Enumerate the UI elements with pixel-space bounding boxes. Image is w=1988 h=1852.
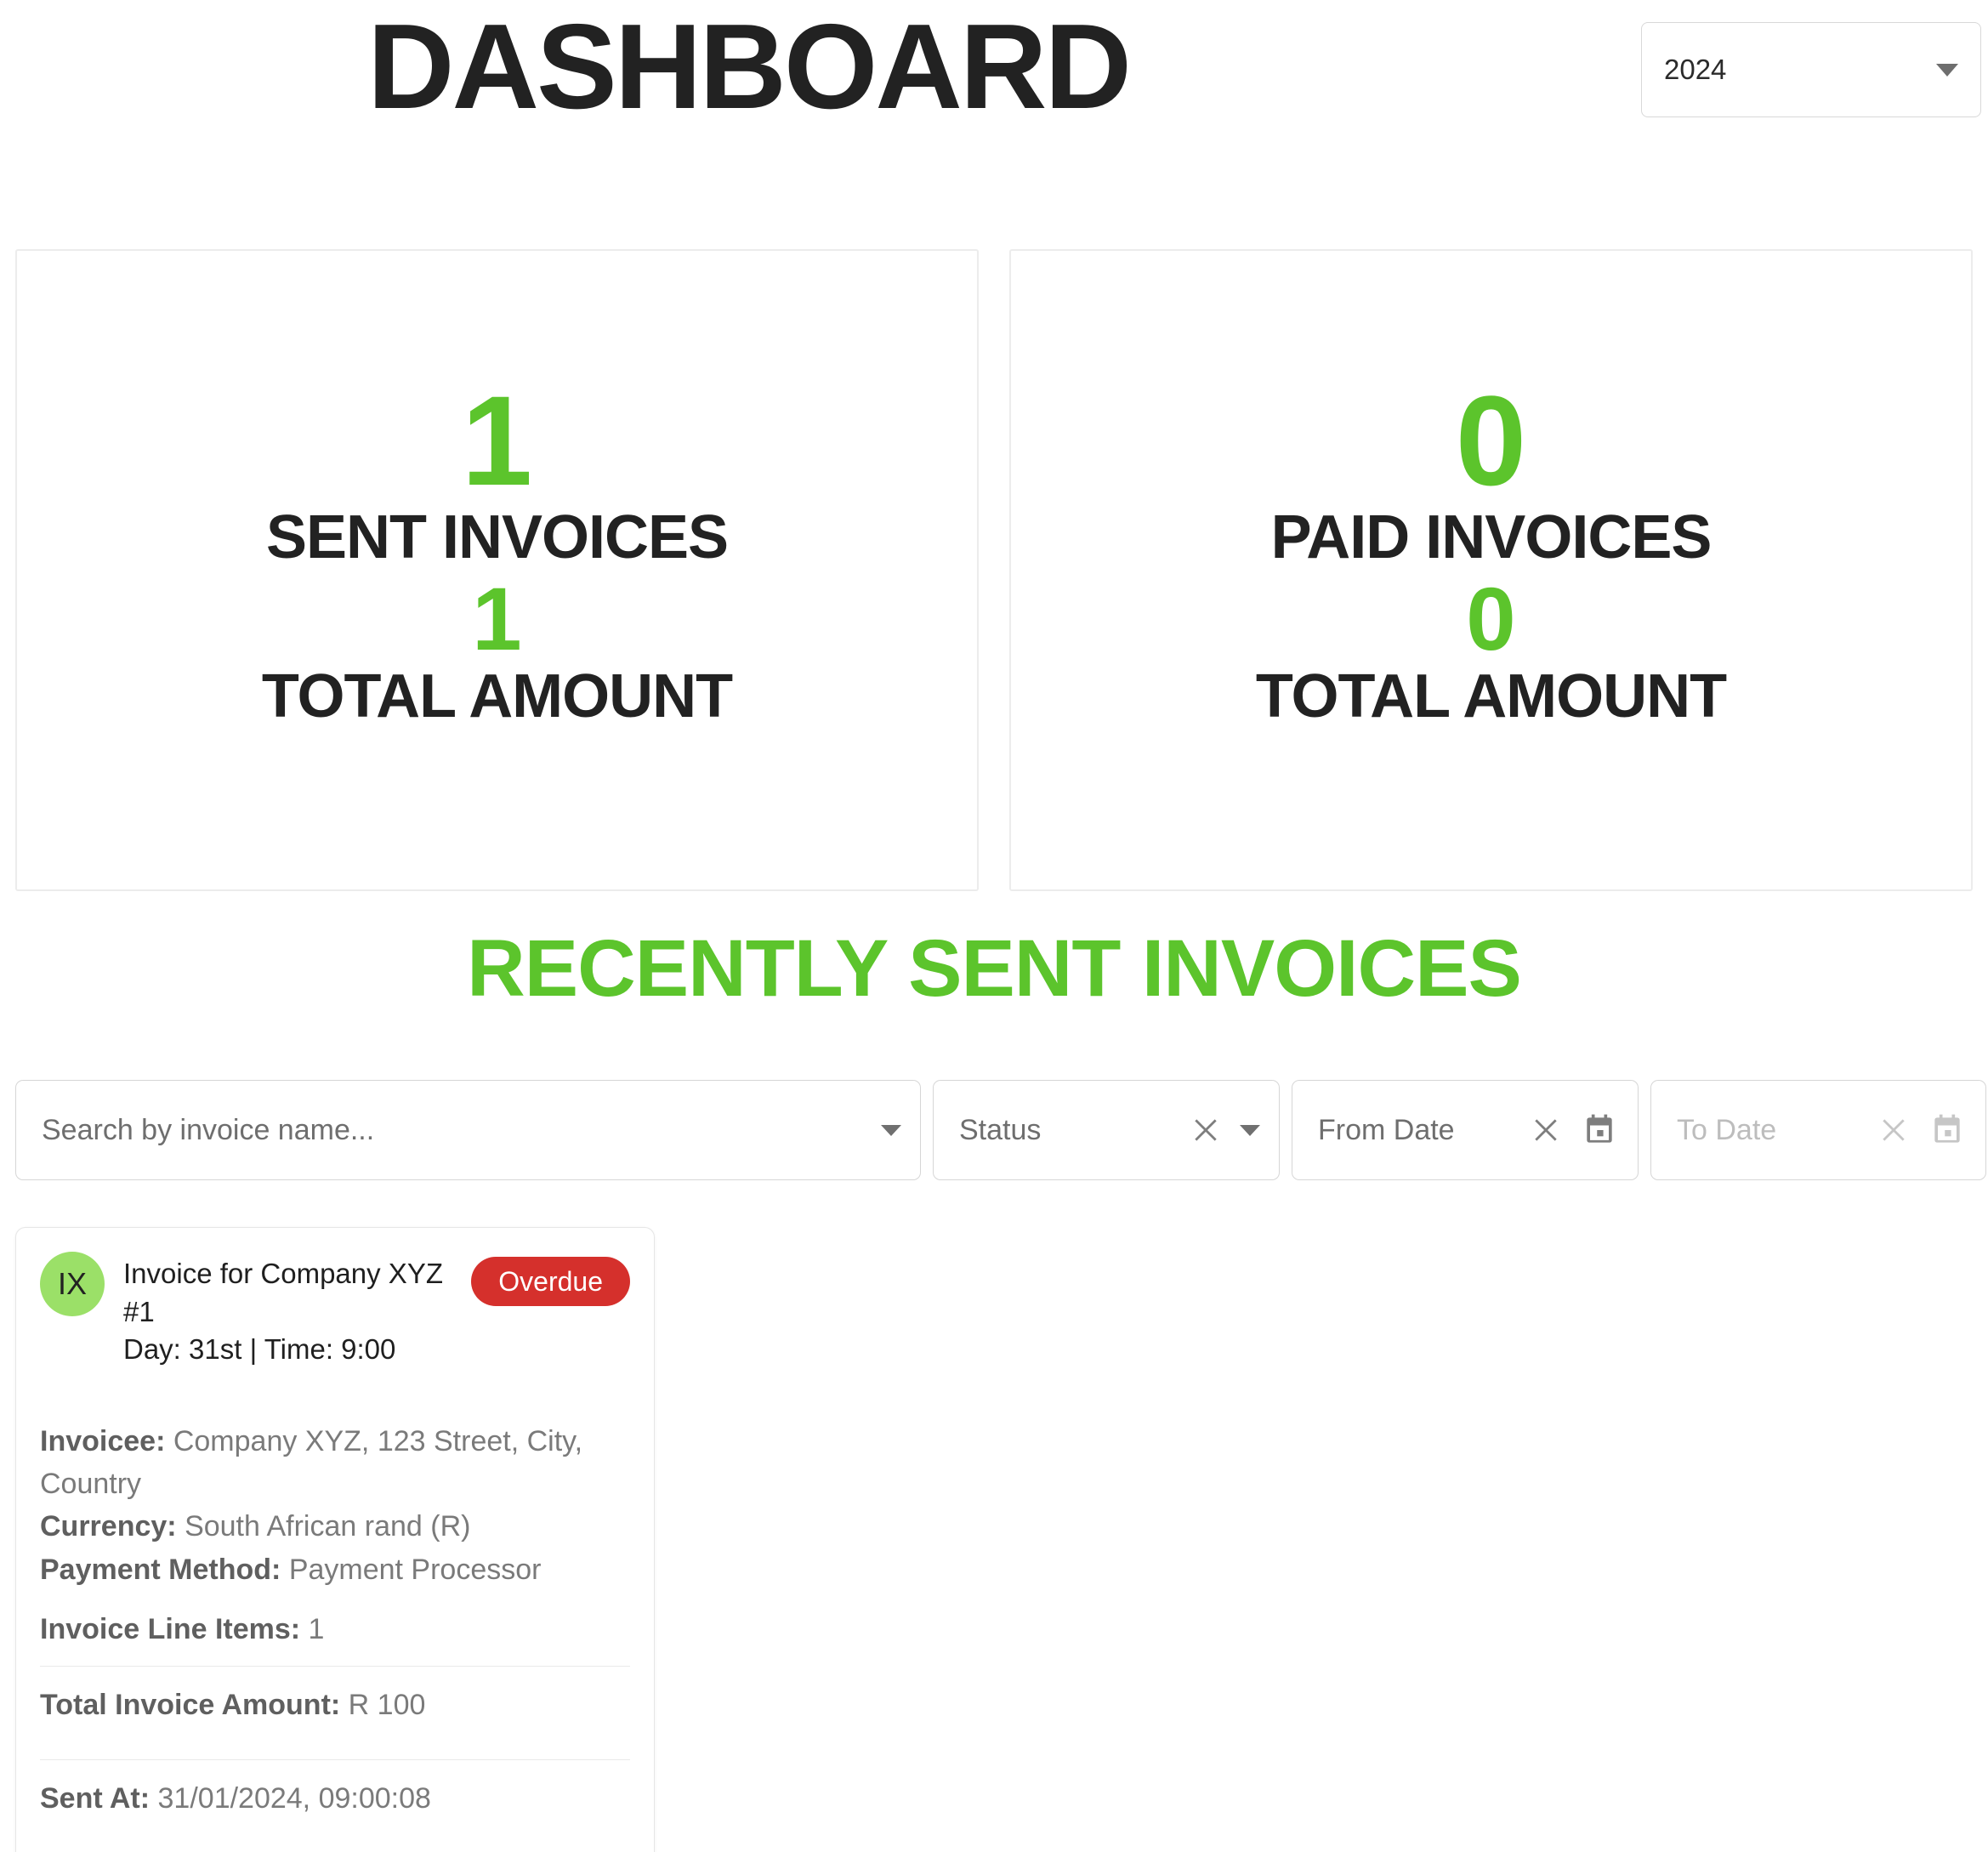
from-date-placeholder: From Date — [1318, 1113, 1455, 1146]
avatar: IX — [40, 1252, 105, 1316]
sent-invoices-total: 1 — [472, 570, 522, 670]
invoice-sent-at-label: Sent At: — [40, 1781, 151, 1815]
to-date-placeholder: To Date — [1677, 1113, 1777, 1146]
invoice-detail-currency-value: South African rand (R) — [185, 1510, 471, 1543]
invoice-title: Invoice for Company XYZ #1 — [123, 1258, 443, 1327]
status-filter[interactable]: Status — [933, 1080, 1280, 1180]
close-icon[interactable] — [1527, 1111, 1565, 1149]
stats-row: 1 SENT INVOICES 1 TOTAL AMOUNT 0 PAID IN… — [15, 249, 1973, 891]
paid-invoices-label: PAID INVOICES — [1270, 503, 1713, 572]
to-date-filter[interactable]: To Date — [1650, 1080, 1986, 1180]
from-date-filter[interactable]: From Date — [1292, 1080, 1639, 1180]
year-select[interactable]: 2024 — [1641, 22, 1981, 117]
paid-invoices-total: 0 — [1466, 570, 1516, 670]
search-input-placeholder: Search by invoice name... — [42, 1113, 375, 1146]
paid-invoices-total-label: TOTAL AMOUNT — [1255, 662, 1727, 731]
invoice-sent-at: Sent At: 31/01/2024, 09:00:08 — [40, 1760, 630, 1837]
chevron-down-icon[interactable] — [881, 1124, 901, 1136]
sent-invoices-card: 1 SENT INVOICES 1 TOTAL AMOUNT — [15, 249, 979, 891]
invoice-sent-at-value: 31/01/2024, 09:00:08 — [157, 1781, 431, 1815]
recently-sent-invoices-heading: RECENTLY SENT INVOICES — [467, 923, 1522, 1014]
invoice-card-body: Invoicee: Company XYZ, 123 Street, City,… — [40, 1420, 630, 1837]
invoice-line-items-value: 1 — [308, 1612, 325, 1645]
invoice-total-amount-label: Total Invoice Amount: — [40, 1689, 341, 1722]
invoice-detail-payment-method: Payment Method: Payment Processor — [40, 1548, 630, 1591]
invoice-detail-currency-label: Currency: — [40, 1510, 177, 1543]
invoice-total-amount: Total Invoice Amount: R 100 — [40, 1667, 630, 1743]
dashboard-page: DASHBOARD 2024 1 SENT INVOICES 1 TOTAL A… — [0, 0, 1988, 1852]
status-filter-placeholder: Status — [959, 1113, 1042, 1146]
page-title: DASHBOARD — [367, 0, 1132, 134]
chevron-down-icon[interactable] — [1240, 1124, 1260, 1136]
invoice-titles: Invoice for Company XYZ #1 Day: 31st | T… — [123, 1252, 452, 1369]
chevron-down-icon — [1936, 63, 1958, 77]
status-badge: Overdue — [471, 1257, 630, 1306]
invoice-total-amount-value: R 100 — [348, 1689, 426, 1722]
invoice-detail-payment-method-label: Payment Method: — [40, 1553, 281, 1586]
close-icon[interactable] — [1187, 1111, 1224, 1149]
invoice-detail-invoicee: Invoicee: Company XYZ, 123 Street, City,… — [40, 1420, 630, 1506]
invoice-detail-payment-method-value: Payment Processor — [288, 1553, 542, 1586]
invoice-detail-invoicee-label: Invoicee: — [40, 1424, 166, 1457]
calendar-icon[interactable] — [1928, 1111, 1967, 1150]
paid-invoices-count: 0 — [1455, 368, 1527, 512]
invoice-card[interactable]: IX Invoice for Company XYZ #1 Day: 31st … — [15, 1227, 655, 1852]
filter-row: Search by invoice name... Status From Da… — [15, 1080, 1986, 1180]
close-icon[interactable] — [1875, 1111, 1912, 1149]
sent-invoices-count: 1 — [461, 368, 533, 512]
invoice-line-items-label: Invoice Line Items: — [40, 1612, 301, 1645]
avatar-initials: IX — [57, 1266, 87, 1301]
calendar-icon[interactable] — [1580, 1111, 1619, 1150]
sent-invoices-total-label: TOTAL AMOUNT — [261, 662, 733, 731]
invoice-subtitle: Day: 31st | Time: 9:00 — [123, 1333, 396, 1366]
year-select-value: 2024 — [1664, 54, 1727, 85]
invoice-line-items: Invoice Line Items: 1 — [40, 1608, 630, 1650]
invoice-detail-currency: Currency: South African rand (R) — [40, 1505, 630, 1548]
invoice-card-header: IX Invoice for Company XYZ #1 Day: 31st … — [40, 1252, 630, 1369]
page-header: DASHBOARD 2024 — [0, 0, 1988, 170]
sent-invoices-label: SENT INVOICES — [265, 503, 729, 572]
search-input[interactable]: Search by invoice name... — [15, 1080, 921, 1180]
paid-invoices-card: 0 PAID INVOICES 0 TOTAL AMOUNT — [1009, 249, 1973, 891]
